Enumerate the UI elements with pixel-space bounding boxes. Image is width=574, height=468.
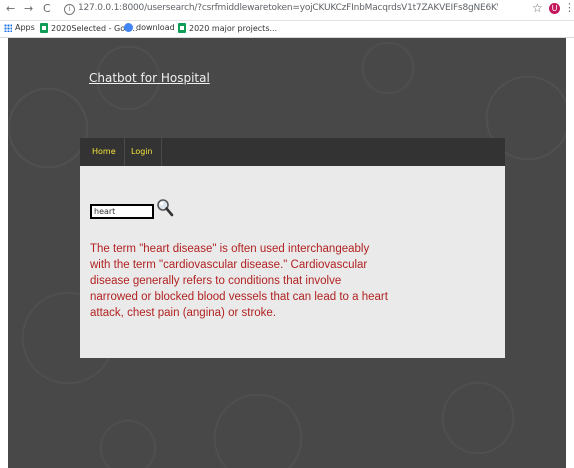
nav-home-link[interactable]: Home [84,138,125,166]
content-panel: Home Login The term "heart disease" is o… [80,138,505,358]
bookmark-2020selected[interactable]: 2020Selected - Goo... [40,23,138,33]
browser-address-bar: ← → C i 127.0.0.1:8000/usersearch/?csrfm… [0,0,574,21]
bookmark-star-icon[interactable]: ☆ [532,1,543,15]
site-title-link[interactable]: Chatbot for Hospital [89,71,210,85]
search-button[interactable] [156,198,174,218]
forward-arrow-icon[interactable]: → [24,2,33,16]
bookmark-major-projects[interactable]: 2020 major projects... [178,23,277,33]
reload-icon[interactable]: C [43,2,51,16]
bookmark-label: 2020 major projects... [189,23,278,33]
bookmarks-bar: Apps 2020Selected - Goo... download 2020… [0,21,574,38]
bookmark-download[interactable]: download [124,23,175,32]
info-icon[interactable]: i [64,4,75,15]
search-input[interactable] [90,204,154,219]
magnifier-icon [157,199,174,217]
chatbot-answer-text: The term "heart disease" is often used i… [90,243,388,319]
browser-menu-icon[interactable]: ⋮ [564,1,574,14]
url-field[interactable]: 127.0.0.1:8000/usersearch/?csrfmiddlewar… [78,3,498,13]
profile-avatar[interactable]: U [549,3,560,14]
top-navbar: Home Login [80,138,505,166]
bookmark-apps[interactable]: Apps [4,23,35,32]
apps-grid-icon [4,23,12,32]
sheets-icon [178,23,186,33]
bookmark-label: download [136,23,175,32]
bookmark-label: Apps [15,23,35,32]
back-arrow-icon[interactable]: ← [6,2,15,16]
nav-login-link[interactable]: Login [123,138,162,166]
sheets-icon [40,23,48,33]
page-background: Chatbot for Hospital Home Login The term… [8,38,566,468]
download-icon [124,23,133,32]
